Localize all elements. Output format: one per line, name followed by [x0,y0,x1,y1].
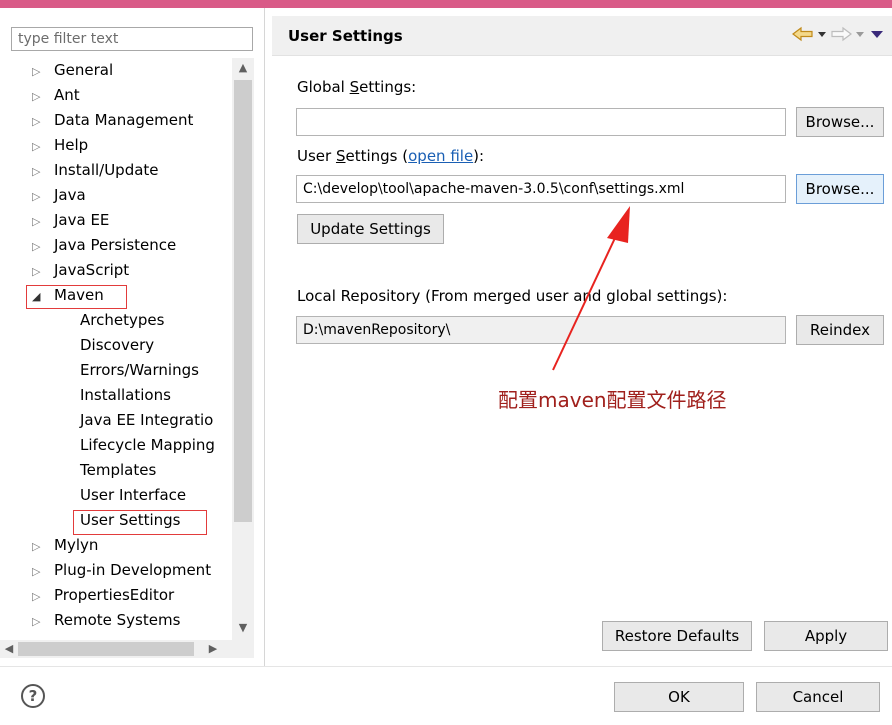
annotation-arrow [552,206,630,371]
annotation-text: 配置maven配置文件路径 [498,388,727,412]
cancel-button[interactable]: Cancel [756,682,880,712]
ok-button[interactable]: OK [614,682,744,712]
footer-separator [0,666,892,667]
help-icon[interactable]: ? [21,684,45,708]
restore-defaults-button[interactable]: Restore Defaults [602,621,752,651]
apply-button[interactable]: Apply [764,621,888,651]
